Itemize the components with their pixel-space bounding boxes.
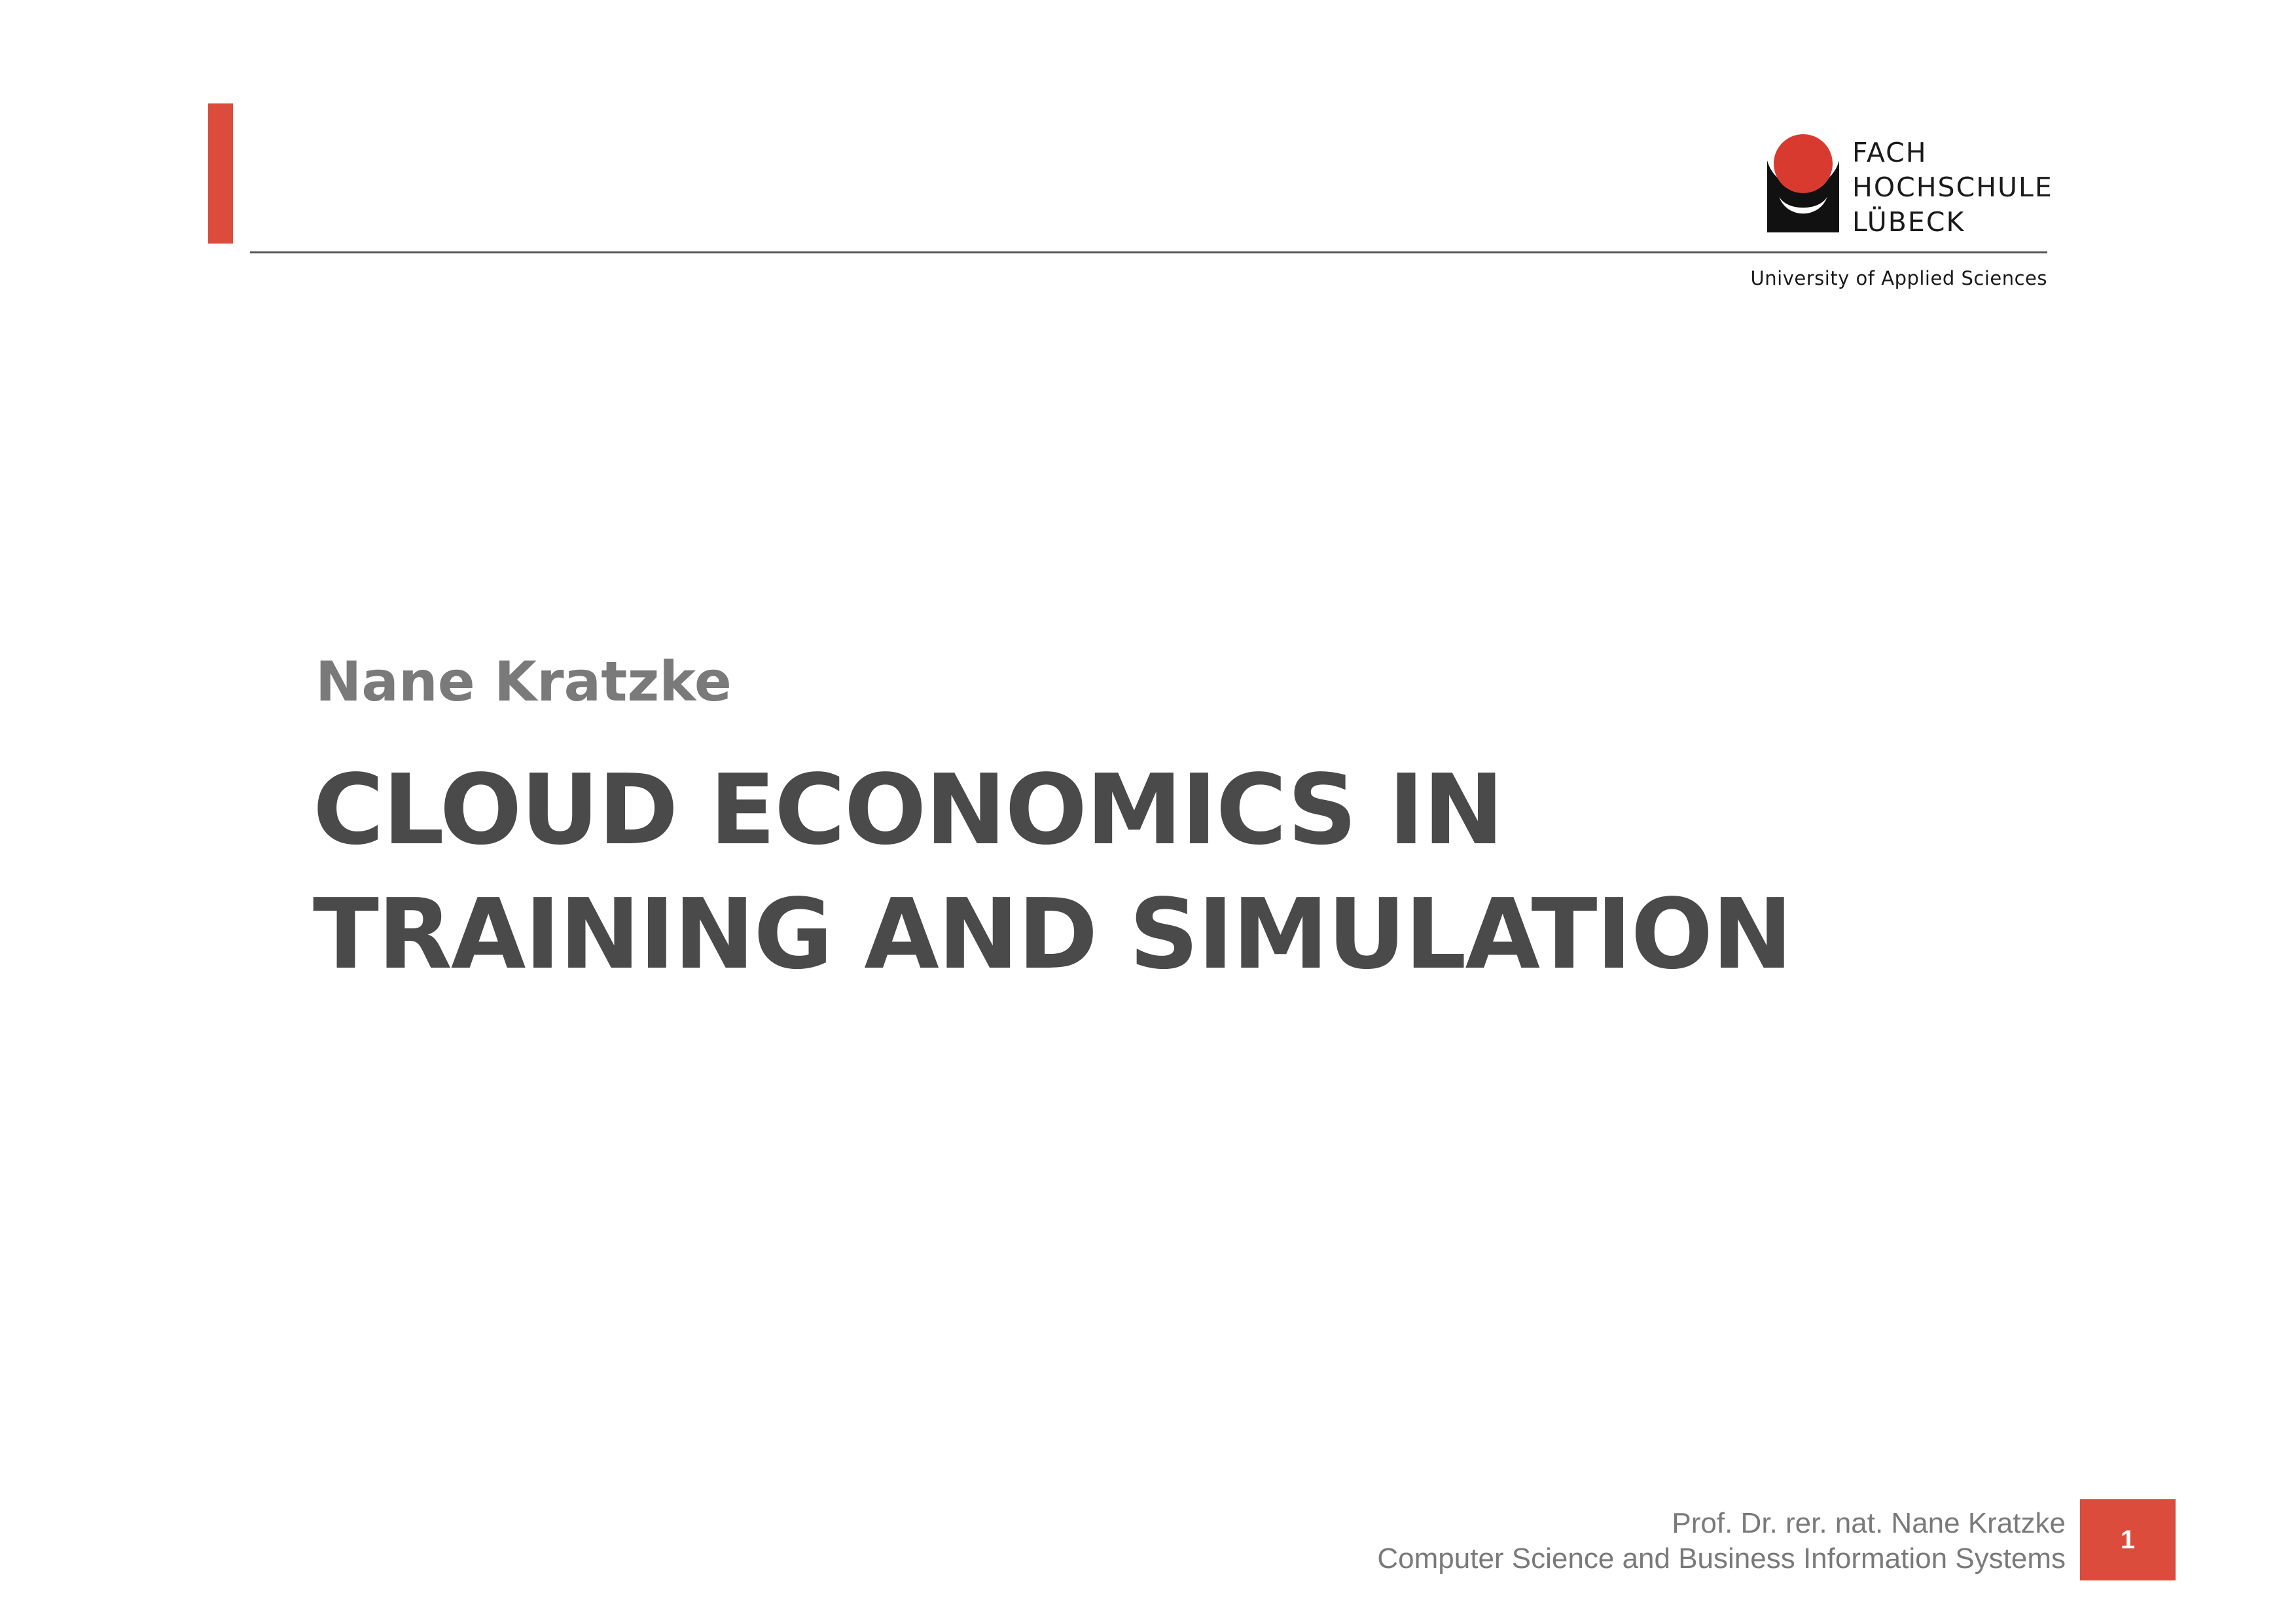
title-line-2: TRAINING AND SIMULATION — [313, 878, 1793, 991]
logo-line-hochschule: HOCHSCHULE — [1852, 172, 2053, 203]
logo-wordmark: FACH HOCHSCHULE LÜBECK — [1852, 136, 2053, 240]
header-divider — [250, 251, 2047, 253]
accent-bar — [208, 103, 233, 244]
institution-logo: FACH HOCHSCHULE LÜBECK — [1767, 134, 2055, 239]
logo-line-luebeck: LÜBECK — [1852, 206, 1965, 238]
page-number-badge: 1 — [2080, 1499, 2176, 1580]
footer-department: Computer Science and Business Informatio… — [1377, 1542, 2066, 1575]
footer-presenter: Prof. Dr. rer. nat. Nane Kratzke — [1672, 1507, 2066, 1539]
title-line-1: CLOUD ECONOMICS IN — [313, 754, 1504, 866]
fh-luebeck-logo-icon — [1767, 134, 1839, 232]
footer-info: Prof. Dr. rer. nat. Nane Kratzke Compute… — [1377, 1506, 2066, 1577]
university-tagline: University of Applied Sciences — [1750, 267, 2047, 289]
author-name: Nane Kratzke — [315, 649, 732, 714]
slide-title: CLOUD ECONOMICS IN TRAINING AND SIMULATI… — [313, 748, 1793, 996]
logo-line-fach: FACH — [1852, 137, 1928, 168]
